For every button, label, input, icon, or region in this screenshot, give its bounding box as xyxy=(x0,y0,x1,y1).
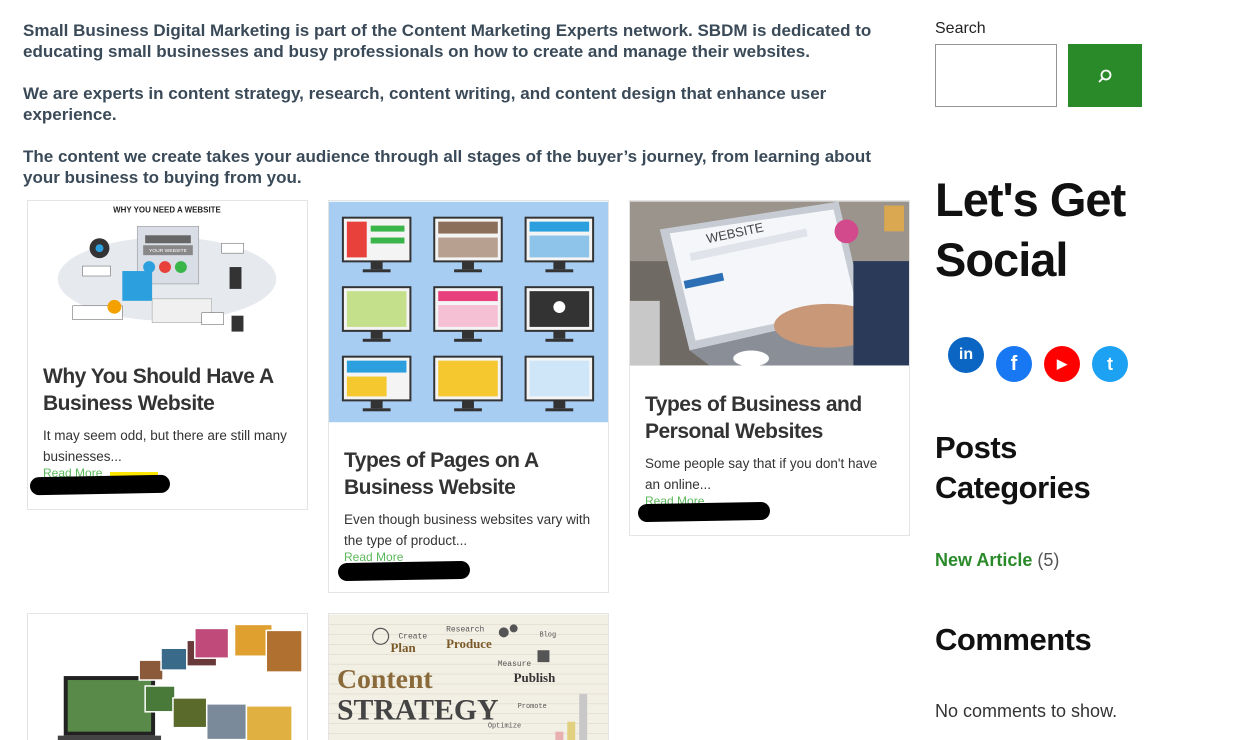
categories-heading: Posts Categories xyxy=(935,430,1091,505)
facebook-icon[interactable]: f xyxy=(996,346,1032,382)
thumbnail-text: Produce xyxy=(446,637,492,651)
thumbnail-text: Measure xyxy=(498,660,532,669)
read-more-link[interactable]: Read More xyxy=(329,551,608,563)
thumbnail-text: Promote xyxy=(518,703,547,711)
post-excerpt: Even though business websites vary with … xyxy=(344,512,591,548)
linkedin-icon[interactable]: in xyxy=(948,337,984,373)
category-link[interactable]: New Article xyxy=(935,550,1032,570)
post-title[interactable]: Types of Pages on A Business Website xyxy=(329,447,608,501)
thumbnail-caption: WHY YOU NEED A WEBSITE xyxy=(113,205,221,214)
thumbnail-text: STRATEGY xyxy=(337,694,499,727)
post-thumbnail[interactable] xyxy=(28,614,307,740)
intro-paragraph: The content we create takes your audienc… xyxy=(23,147,871,187)
post-card[interactable]: Create Plan Research Produce Measure Pub… xyxy=(328,613,609,740)
redaction-scribble xyxy=(637,501,771,523)
redaction-scribble xyxy=(29,474,171,496)
post-thumbnail[interactable] xyxy=(329,201,608,423)
thumbnail-text: Content xyxy=(337,664,433,695)
twitter-icon[interactable]: t xyxy=(1092,346,1128,382)
post-excerpt: Some people say that if you don't have a… xyxy=(645,456,878,492)
redaction-scribble xyxy=(337,560,471,582)
social-heading: Let's Get Social xyxy=(935,173,1126,286)
category-count: (5) xyxy=(1037,550,1060,570)
post-card[interactable]: Types of Pages on A Business Website Eve… xyxy=(328,200,609,593)
post-thumbnail[interactable]: WEBSITE xyxy=(630,201,909,366)
intro-paragraph: We are experts in content strategy, rese… xyxy=(23,84,827,124)
post-excerpt: It may seem odd, but there are still man… xyxy=(43,428,287,464)
intro-text: Small Business Digital Marketing is part… xyxy=(23,20,903,209)
post-card[interactable] xyxy=(27,613,308,740)
thumbnail-text: Create xyxy=(399,632,428,641)
post-title[interactable]: Why You Should Have A Business Website xyxy=(28,363,307,417)
comments-heading: Comments xyxy=(935,622,1092,657)
thumbnail-text: Publish xyxy=(514,671,556,685)
post-thumbnail[interactable]: WHY YOU NEED A WEBSITE YOUR WEBSITE xyxy=(28,201,307,349)
thumbnail-label: YOUR WEBSITE xyxy=(149,248,188,254)
category-item: New Article (5) xyxy=(935,550,1059,571)
thumbnail-text: Optimize xyxy=(488,723,521,731)
intro-paragraph: Small Business Digital Marketing is part… xyxy=(23,21,872,61)
search-label: Search xyxy=(935,20,986,37)
search-icon xyxy=(1098,69,1112,82)
thumbnail-text: Research xyxy=(446,625,484,634)
no-comments-text: No comments to show. xyxy=(935,701,1118,721)
search-input[interactable] xyxy=(935,44,1057,107)
post-thumbnail[interactable]: Create Plan Research Produce Measure Pub… xyxy=(329,614,608,740)
youtube-icon[interactable]: ▶ xyxy=(1044,346,1080,382)
thumbnail-text: Blog xyxy=(539,631,556,639)
thumbnail-text: Plan xyxy=(391,641,416,655)
search-button[interactable] xyxy=(1068,44,1142,107)
post-card[interactable]: WEBSITE Types of Business and Personal W… xyxy=(629,200,910,536)
post-card[interactable]: WHY YOU NEED A WEBSITE YOUR WEBSITE Why … xyxy=(27,200,308,510)
post-title[interactable]: Types of Business and Personal Websites xyxy=(630,391,909,445)
